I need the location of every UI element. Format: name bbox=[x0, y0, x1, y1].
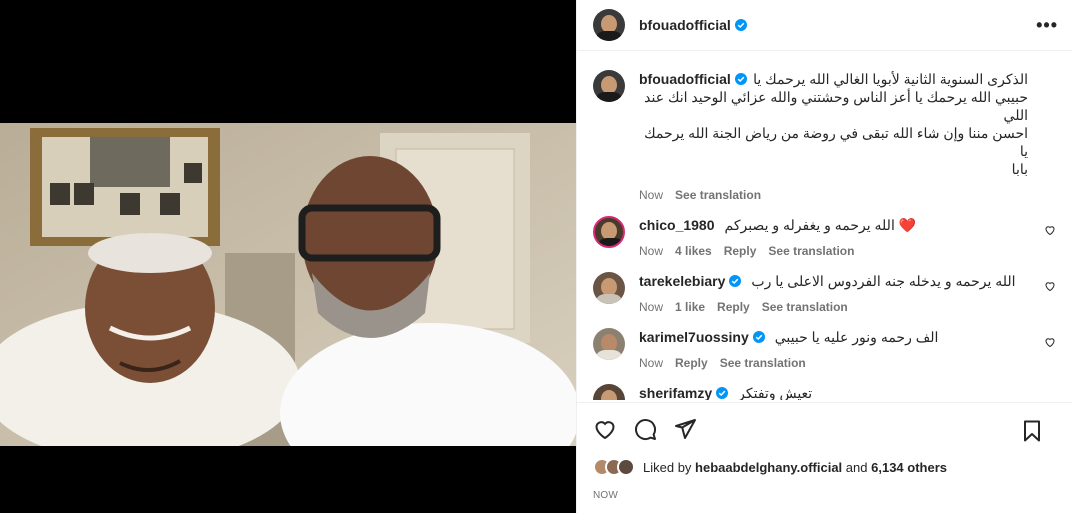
likes-and: and bbox=[845, 459, 868, 475]
likes-count[interactable]: 6,134 others bbox=[871, 460, 947, 475]
verified-badge-icon bbox=[734, 19, 747, 31]
commenter-avatar[interactable] bbox=[593, 328, 625, 360]
comment-text: الله يرحمه و يغفرله و يصبركم bbox=[724, 217, 895, 233]
comment-time: Now bbox=[639, 244, 664, 258]
like-comment-heart-icon[interactable] bbox=[1044, 224, 1056, 236]
comment-item: sherifamzy تعيش وتفتكر bbox=[593, 384, 1056, 400]
comments-section[interactable]: bfouadofficial الذكرى السنوية الثانية لأ… bbox=[577, 52, 1072, 400]
see-translation-link[interactable]: See translation bbox=[762, 300, 848, 314]
like-heart-icon[interactable] bbox=[593, 417, 617, 441]
reply-button[interactable]: Reply bbox=[724, 244, 757, 258]
likes-summary[interactable]: Liked by hebaabdelghany.official and 6,1… bbox=[593, 458, 947, 476]
commenter-avatar[interactable] bbox=[593, 216, 625, 248]
post-panel: bfouadofficial ••• bfouadofficial الذكرى… bbox=[576, 0, 1072, 513]
commenter-avatar[interactable] bbox=[593, 384, 625, 400]
caption: bfouadofficial الذكرى السنوية الثانية لأ… bbox=[593, 70, 1056, 202]
comment-username[interactable]: sherifamzy bbox=[639, 384, 712, 400]
save-bookmark-icon[interactable] bbox=[1020, 419, 1044, 443]
liker-avatar bbox=[617, 458, 635, 476]
post-media[interactable] bbox=[0, 0, 576, 513]
comment-username[interactable]: tarekelebiary bbox=[639, 272, 725, 290]
verified-badge-icon bbox=[729, 275, 742, 287]
caption-line-1: الذكرى السنوية الثانية لأبويا الغالي الل… bbox=[753, 71, 1028, 87]
author-username[interactable]: bfouadofficial bbox=[639, 17, 731, 33]
comment-bubble-icon[interactable] bbox=[633, 417, 657, 441]
comment-time: Now bbox=[639, 356, 664, 370]
post-date: NOW bbox=[593, 490, 619, 501]
likes-prefix: Liked by bbox=[643, 459, 692, 475]
author-avatar[interactable] bbox=[593, 9, 625, 41]
caption-line-3: احسن مننا وإن شاء الله تبقى في روضة من ر… bbox=[644, 125, 1028, 159]
comment-username[interactable]: chico_1980 bbox=[639, 216, 715, 234]
like-comment-heart-icon[interactable] bbox=[1044, 336, 1056, 348]
see-translation-link[interactable]: See translation bbox=[768, 244, 854, 258]
post-header: bfouadofficial ••• bbox=[577, 0, 1072, 51]
like-comment-heart-icon[interactable] bbox=[1044, 280, 1056, 292]
verified-badge-icon bbox=[734, 73, 747, 85]
caption-time: Now bbox=[639, 188, 664, 202]
comment-username[interactable]: karimel7uossiny bbox=[639, 328, 749, 346]
share-paper-plane-icon[interactable] bbox=[673, 417, 697, 441]
caption-avatar[interactable] bbox=[593, 70, 625, 102]
comment-likes[interactable]: 1 like bbox=[675, 300, 705, 314]
see-translation-link[interactable]: See translation bbox=[675, 188, 761, 202]
comment-time: Now bbox=[639, 300, 664, 314]
caption-username[interactable]: bfouadofficial bbox=[639, 70, 731, 88]
comment-likes[interactable]: 4 likes bbox=[675, 244, 712, 258]
comment-item: chico_1980 الله يرحمه و يغفرله و يصبركم … bbox=[593, 216, 1056, 258]
post-photo[interactable] bbox=[0, 123, 576, 446]
see-translation-link[interactable]: See translation bbox=[720, 356, 806, 370]
heart-emoji: ❤️ bbox=[898, 217, 917, 233]
caption-line-2: حبيبي الله يرحمك يا أعز الناس وحشتني وال… bbox=[644, 89, 1028, 123]
comment-text: تعيش وتفتكر bbox=[738, 385, 813, 400]
photo-illustration bbox=[0, 123, 576, 446]
post-actions bbox=[577, 402, 1072, 454]
liker-username[interactable]: hebaabdelghany.official bbox=[695, 460, 842, 475]
comment-text: الف رحمه ونور عليه يا حبيبي bbox=[774, 329, 939, 345]
reply-button[interactable]: Reply bbox=[717, 300, 750, 314]
verified-badge-icon bbox=[716, 387, 729, 399]
commenter-avatar[interactable] bbox=[593, 272, 625, 304]
comment-item: tarekelebiary الله يرحمه و يدخله جنه الف… bbox=[593, 272, 1056, 314]
more-options-icon[interactable]: ••• bbox=[1036, 15, 1058, 36]
comment-item: karimel7uossiny الف رحمه ونور عليه يا حب… bbox=[593, 328, 1056, 370]
reply-button[interactable]: Reply bbox=[675, 356, 708, 370]
verified-badge-icon bbox=[752, 331, 765, 343]
caption-line-4: بابا bbox=[1011, 161, 1028, 177]
comment-text: الله يرحمه و يدخله جنه الفردوس الاعلى يا… bbox=[751, 273, 1016, 289]
